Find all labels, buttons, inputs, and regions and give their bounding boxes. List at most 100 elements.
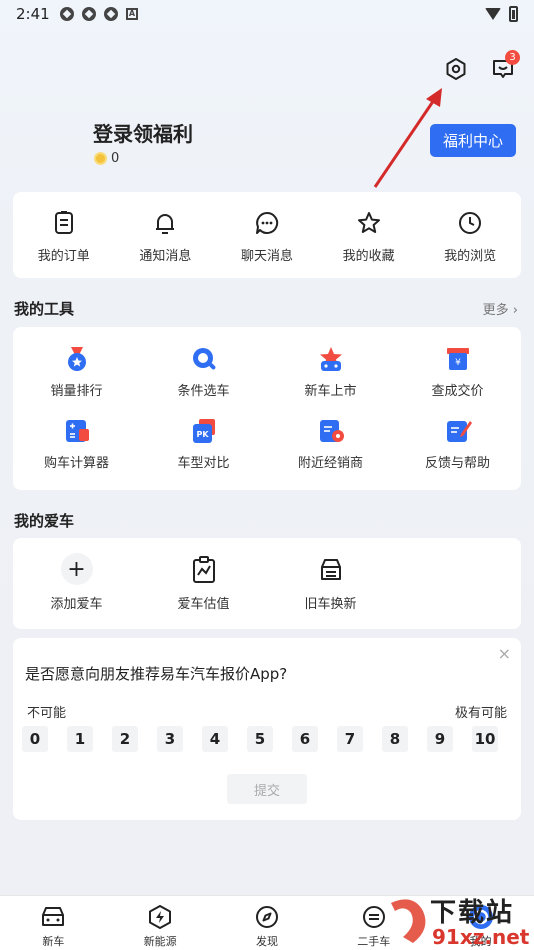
- new-car-icon: [319, 347, 342, 371]
- calculator-icon: [65, 420, 89, 442]
- score-option[interactable]: 8: [382, 726, 408, 752]
- status-bar: 2:41 A: [0, 0, 534, 28]
- survey-submit-button[interactable]: 提交: [227, 774, 307, 804]
- tool-sales-ranking[interactable]: 销量排行: [13, 345, 140, 417]
- order-icon: [51, 210, 77, 236]
- quick-link-orders[interactable]: 我的订单: [13, 192, 115, 278]
- tool-feedback-help[interactable]: 反馈与帮助: [394, 417, 521, 489]
- tools-card: 销量排行 条件选车 新车上市 ¥ 查成交价 购车计算器 PK 车型对比 附近经销…: [13, 327, 521, 490]
- battery-icon: [509, 6, 518, 22]
- tool-label: 反馈与帮助: [424, 456, 490, 471]
- star-icon: [356, 210, 382, 236]
- more-label: 更多: [482, 303, 509, 318]
- plus-icon: +: [60, 553, 94, 585]
- score-option[interactable]: 3: [157, 726, 183, 752]
- tool-label: 附近经销商: [297, 456, 363, 471]
- chevron-right-icon: ›: [512, 303, 518, 318]
- feedback-icon: [446, 421, 472, 442]
- tool-nearby-dealers[interactable]: 附近经销商: [267, 417, 394, 489]
- car-item-label: 爱车估值: [177, 597, 230, 612]
- score-option[interactable]: 7: [337, 726, 363, 752]
- survey-high-label: 极有可能: [454, 706, 507, 721]
- lightning-icon: [147, 905, 173, 929]
- bell-icon: [152, 210, 178, 236]
- chat-icon: [254, 210, 280, 236]
- tool-label: 新车上市: [304, 384, 357, 399]
- quick-links-card: 我的订单 通知消息 聊天消息 我的收藏 我的浏览: [13, 192, 521, 278]
- quick-link-label: 我的浏览: [444, 249, 497, 264]
- valuation-icon: [187, 555, 221, 585]
- score-option[interactable]: 5: [247, 726, 273, 752]
- tab-new-energy[interactable]: 新能源: [107, 896, 214, 950]
- notification-app-icon: [60, 7, 74, 21]
- notification-a-icon: A: [126, 8, 138, 20]
- tools-section-title: 我的工具: [14, 300, 75, 318]
- dealer-location-icon: [319, 420, 344, 442]
- add-car-button[interactable]: + 添加爱车: [13, 538, 140, 629]
- pk-compare-icon: PK: [192, 419, 215, 443]
- tool-condition-select[interactable]: 条件选车: [140, 345, 267, 417]
- quick-link-label: 我的收藏: [342, 249, 395, 264]
- coin-count: 0: [111, 151, 120, 166]
- score-option[interactable]: 10: [472, 726, 498, 752]
- tab-label: 新车: [42, 935, 65, 948]
- score-option[interactable]: 4: [202, 726, 228, 752]
- quick-link-history[interactable]: 我的浏览: [419, 192, 521, 278]
- car-trade-in-button[interactable]: 旧车换新: [267, 538, 394, 629]
- score-options: 0 1 2 3 4 5 6 7 8 9 10: [22, 726, 498, 752]
- survey-low-label: 不可能: [27, 706, 67, 721]
- score-option[interactable]: 0: [22, 726, 48, 752]
- car-valuation-button[interactable]: 爱车估值: [140, 538, 267, 629]
- car-item-label: 旧车换新: [304, 597, 357, 612]
- settings-gear-icon[interactable]: [441, 54, 471, 84]
- quick-link-chat[interactable]: 聊天消息: [216, 192, 318, 278]
- tool-label: 销量排行: [50, 384, 103, 399]
- status-time: 2:41: [16, 5, 50, 23]
- car-trade-icon: [314, 555, 348, 585]
- score-option[interactable]: 2: [112, 726, 138, 752]
- notification-app-icon: [104, 7, 118, 21]
- tab-discover[interactable]: 发现: [214, 896, 321, 950]
- car-front-icon: [40, 905, 66, 929]
- quick-link-label: 我的订单: [37, 249, 90, 264]
- score-option[interactable]: 6: [292, 726, 318, 752]
- search-magnifier-icon: [192, 348, 215, 370]
- tool-compare[interactable]: PK 车型对比: [140, 417, 267, 489]
- price-tag-icon: ¥: [446, 348, 469, 370]
- login-title[interactable]: 登录领福利: [93, 118, 193, 147]
- clock-icon: [457, 210, 483, 236]
- nps-survey-card: × 是否愿意向朋友推荐易车汽车报价App? 不可能 极有可能 0 1 2 3 4…: [13, 638, 521, 820]
- my-car-card: + 添加爱车 爱车估值 旧车换新: [13, 538, 521, 629]
- tool-transaction-price[interactable]: ¥ 查成交价: [394, 345, 521, 417]
- tab-new-car[interactable]: 新车: [0, 896, 107, 950]
- score-option[interactable]: 1: [67, 726, 93, 752]
- welfare-center-button[interactable]: 福利中心: [430, 124, 516, 157]
- tool-calculator[interactable]: 购车计算器: [13, 417, 140, 489]
- car-item-label: 添加爱车: [50, 597, 103, 612]
- watermark-url: 91xz.net: [432, 925, 530, 949]
- system-icons: [485, 6, 518, 22]
- tool-label: 查成交价: [431, 384, 484, 399]
- tool-new-cars[interactable]: 新车上市: [267, 345, 394, 417]
- wifi-icon: [485, 8, 501, 20]
- svg-text:PK: PK: [196, 430, 209, 439]
- notification-icons: A: [60, 7, 138, 21]
- score-option[interactable]: 9: [427, 726, 453, 752]
- my-car-section-title: 我的爱车: [14, 512, 75, 530]
- svg-text:¥: ¥: [455, 358, 461, 368]
- compass-icon: [254, 905, 280, 929]
- tool-label: 车型对比: [177, 456, 230, 471]
- tab-label: 新能源: [143, 935, 177, 948]
- notification-app-icon: [82, 7, 96, 21]
- close-icon[interactable]: ×: [498, 644, 511, 663]
- tool-label: 条件选车: [177, 384, 230, 399]
- coin-icon: [94, 152, 107, 165]
- watermark-title: 下载站: [430, 898, 515, 928]
- quick-link-label: 通知消息: [139, 249, 192, 264]
- tab-label: 发现: [255, 935, 278, 948]
- quick-link-favorites[interactable]: 我的收藏: [318, 192, 420, 278]
- medal-icon: [67, 347, 86, 371]
- tools-more-link[interactable]: 更多 ›: [483, 299, 518, 318]
- tool-label: 购车计算器: [43, 456, 109, 471]
- quick-link-notifications[interactable]: 通知消息: [115, 192, 217, 278]
